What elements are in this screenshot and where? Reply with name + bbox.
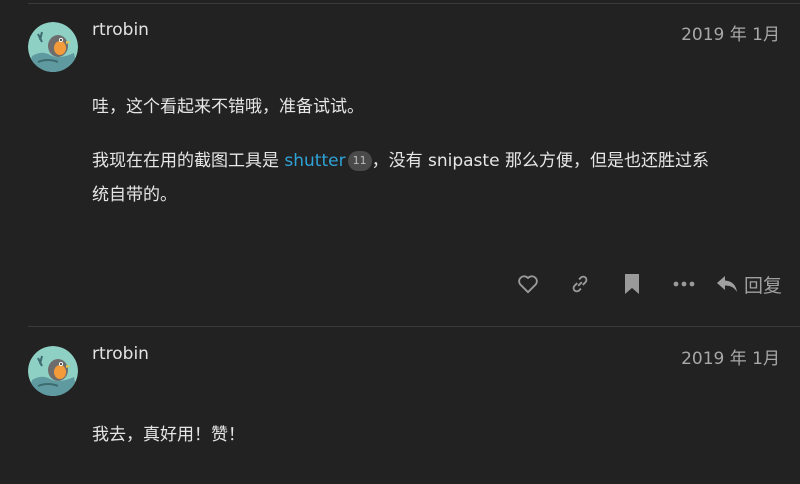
more-actions-button[interactable] (658, 268, 710, 300)
paragraph-text: ，没有 snipaste 那么方便，但是也还胜过系 (371, 151, 709, 171)
post-date[interactable]: 2019 年 1月 (681, 344, 780, 369)
post-actions: 回复 (502, 268, 782, 300)
post-2: rtrobin 2019 年 1月 我去，真好用！赞！ (0, 326, 800, 484)
paragraph-text: 统自带的。 (92, 185, 177, 205)
username[interactable]: rtrobin (92, 20, 149, 40)
post-1: rtrobin 2019 年 1月 哇，这个看起来不错哦，准备试试。 我现在在用… (0, 0, 800, 320)
link-icon (572, 275, 588, 293)
heart-icon (518, 275, 538, 294)
post-paragraph: 我现在在用的截图工具是 shutter 11 ，没有 snipaste 那么方便，但… (92, 144, 792, 212)
ellipsis-icon (673, 281, 695, 287)
post-date[interactable]: 2019 年 1月 (681, 20, 780, 45)
username[interactable]: rtrobin (92, 344, 149, 364)
reply-button[interactable]: 回复 (716, 271, 782, 298)
paragraph-text: 我现在在用的截图工具是 (92, 151, 285, 171)
like-button[interactable] (502, 268, 554, 300)
bookmark-button[interactable] (606, 268, 658, 300)
reply-label: 回复 (743, 274, 782, 297)
shutter-link[interactable]: shutter (284, 151, 345, 171)
bookmark-icon (624, 274, 639, 294)
post-paragraph: 我去，真好用！赞！ (92, 425, 245, 445)
post-paragraph: 哇，这个看起来不错哦，准备试试。 (92, 97, 364, 117)
reply-arrow-icon (716, 276, 737, 292)
avatar[interactable] (28, 22, 78, 72)
share-link-button[interactable] (554, 268, 606, 300)
click-count-badge: 11 (347, 151, 372, 171)
avatar[interactable] (28, 346, 78, 396)
